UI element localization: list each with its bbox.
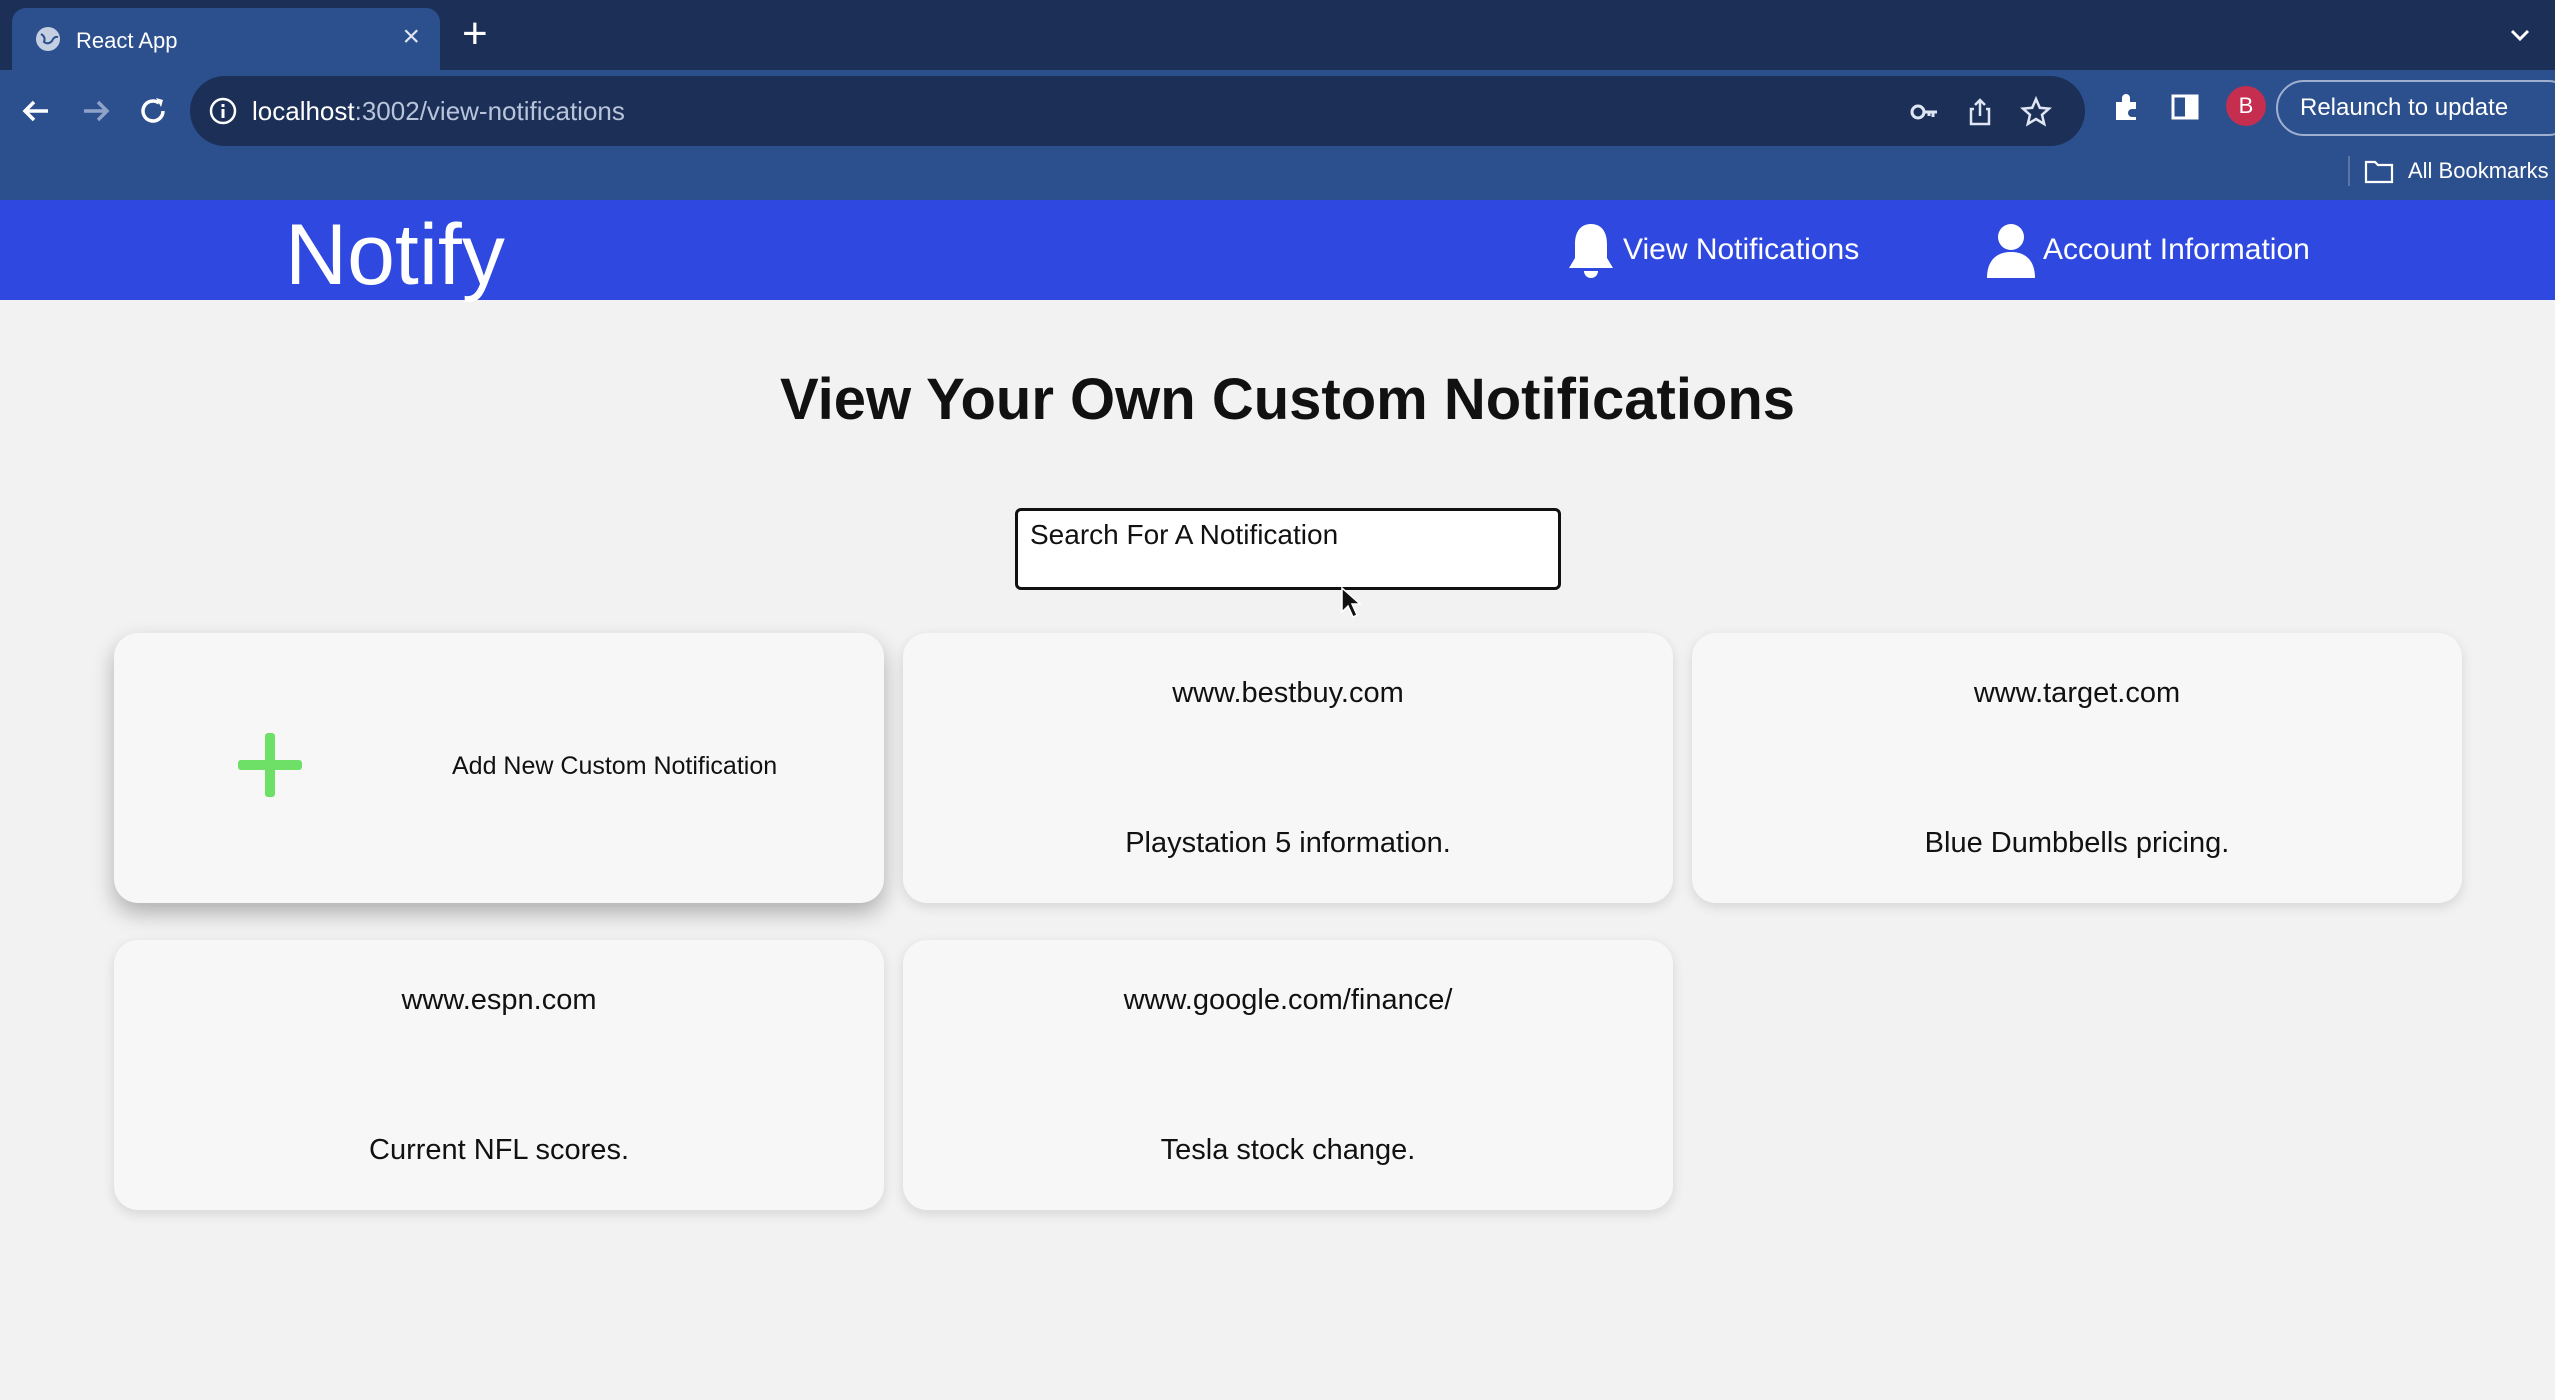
profile-avatar[interactable]: B — [2226, 86, 2266, 126]
key-icon[interactable] — [1908, 96, 1940, 128]
notification-site: www.espn.com — [401, 984, 597, 1016]
notification-site: www.target.com — [1973, 677, 2181, 709]
extensions-puzzle-icon[interactable] — [2110, 90, 2144, 124]
notification-description: Current NFL scores. — [369, 1134, 629, 1166]
notification-description: Blue Dumbbells pricing. — [1924, 827, 2230, 859]
url-path: :3002/view-notifications — [354, 96, 625, 126]
close-tab-icon[interactable]: × — [402, 22, 420, 52]
back-arrow-icon[interactable] — [14, 88, 60, 134]
browser-tab-bar: React App × + — [0, 0, 2555, 70]
side-panel-icon[interactable] — [2168, 90, 2202, 124]
info-icon[interactable] — [208, 96, 238, 126]
notification-card[interactable]: www.bestbuy.com Playstation 5 informatio… — [903, 633, 1673, 903]
new-tab-icon[interactable]: + — [462, 12, 488, 56]
page-title: View Your Own Custom Notifications — [779, 367, 1796, 432]
notification-card[interactable]: www.google.com/finance/ Tesla stock chan… — [903, 940, 1673, 1210]
globe-icon — [36, 27, 60, 51]
bookmarks-divider — [2348, 156, 2350, 186]
notification-description: Playstation 5 information. — [1125, 827, 1451, 859]
notification-site: www.bestbuy.com — [1172, 677, 1404, 709]
folder-icon — [2364, 160, 2394, 184]
bell-icon — [1569, 224, 1613, 278]
notification-description: Tesla stock change. — [1160, 1134, 1416, 1166]
search-input[interactable] — [1015, 508, 1561, 590]
app-header: Notify View Notifications Account Inform… — [0, 200, 2555, 303]
star-icon[interactable] — [2020, 96, 2052, 128]
browser-tab[interactable]: React App × — [12, 8, 440, 70]
url-text: localhost:3002/view-notifications — [252, 96, 625, 127]
relaunch-button[interactable]: Relaunch to update — [2276, 80, 2555, 136]
notification-card[interactable]: www.target.com Blue Dumbbells pricing. — [1692, 633, 2462, 903]
add-notification-label: Add New Custom Notification — [452, 752, 778, 780]
tab-title: React App — [76, 28, 178, 53]
browser-toolbar: localhost:3002/view-notifications B Rela… — [0, 70, 2555, 200]
nav-view-notifications-label: View Notifications — [1623, 233, 1860, 266]
share-icon[interactable] — [1964, 96, 1996, 128]
url-host: localhost — [252, 96, 355, 126]
notification-site: www.google.com/finance/ — [1123, 984, 1453, 1016]
plus-icon — [238, 733, 302, 797]
app-logo[interactable]: Notify — [285, 206, 505, 305]
reload-icon[interactable] — [130, 88, 176, 134]
add-notification-card[interactable]: Add New Custom Notification — [114, 633, 884, 903]
nav-view-notifications[interactable]: View Notifications — [1565, 220, 1859, 280]
nav-account-information-label: Account Information — [2043, 233, 2310, 266]
relaunch-label: Relaunch to update — [2300, 94, 2509, 121]
address-bar[interactable]: localhost:3002/view-notifications — [190, 76, 2085, 146]
nav-account-information[interactable]: Account Information — [1985, 220, 2310, 280]
notification-card[interactable]: www.espn.com Current NFL scores. — [114, 940, 884, 1210]
all-bookmarks-label: All Bookmarks — [2408, 158, 2549, 183]
mouse-cursor-icon — [1341, 586, 1362, 619]
forward-arrow-icon[interactable] — [72, 88, 118, 134]
user-icon — [1987, 224, 2035, 278]
chevron-down-icon[interactable] — [2507, 22, 2533, 48]
